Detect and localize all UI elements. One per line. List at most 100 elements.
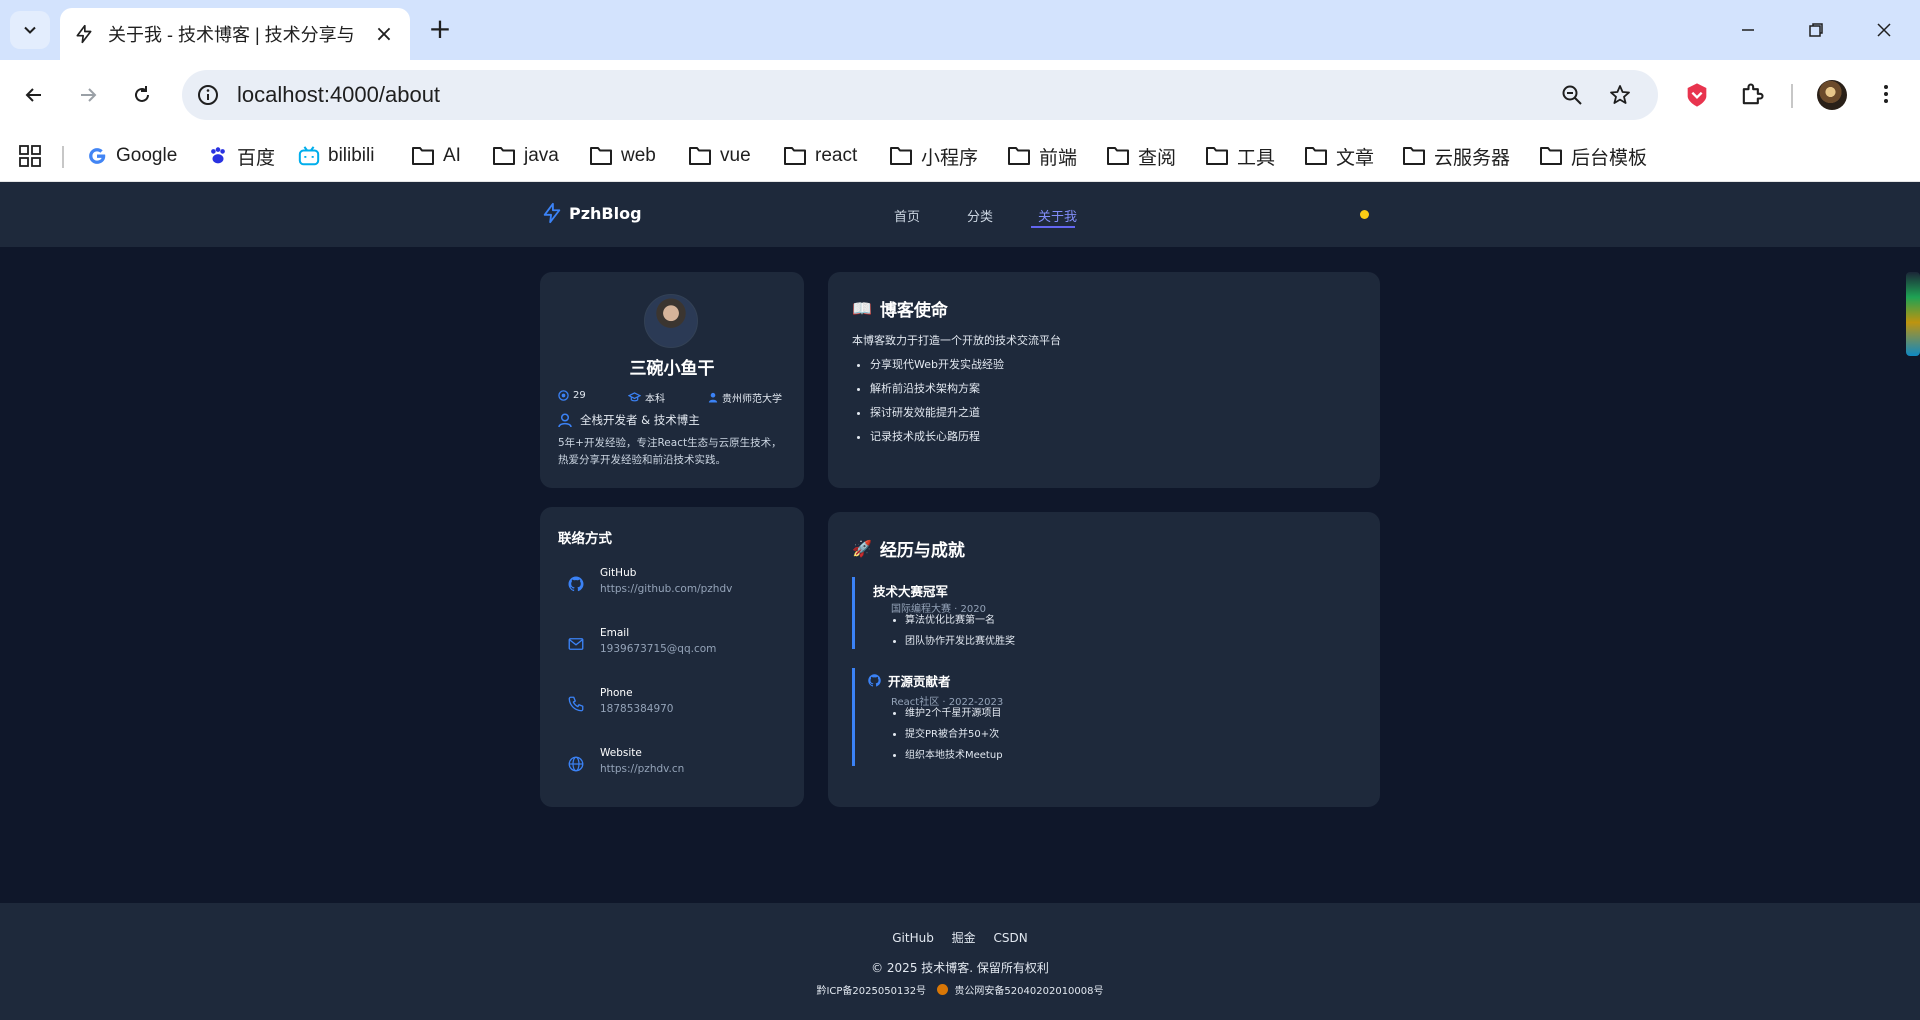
forward-button[interactable] xyxy=(70,77,106,113)
new-tab-button[interactable]: + xyxy=(424,14,456,46)
tab-search-button[interactable] xyxy=(10,11,50,49)
back-button[interactable] xyxy=(16,77,52,113)
address-bar[interactable]: localhost:4000/about xyxy=(182,70,1658,120)
bookmark-folder-tools[interactable]: 工具 xyxy=(1205,140,1275,172)
lightning-icon xyxy=(76,24,92,44)
police-link[interactable]: 贵公网安备52040202010008号 xyxy=(954,986,1103,997)
bookmark-folder-ai[interactable]: AI xyxy=(411,140,461,172)
avatar xyxy=(644,294,698,348)
icp-link[interactable]: 黔ICP备2025050132号 xyxy=(816,986,926,997)
google-icon xyxy=(89,148,106,164)
bookmark-label: java xyxy=(524,145,559,166)
folder-icon xyxy=(1206,147,1228,165)
bilibili-tv-icon xyxy=(298,146,320,166)
contact-value[interactable]: 18785384970 xyxy=(600,703,674,715)
folder-icon xyxy=(1008,147,1030,165)
bookmark-folder-web[interactable]: web xyxy=(589,140,656,172)
bookmark-baidu[interactable]: 百度 xyxy=(207,140,275,172)
experience-card: 🚀 经历与成就 技术大赛冠军 国际编程大赛 · 2020 算法优化比赛第一名 团… xyxy=(828,512,1380,807)
site-logo[interactable]: PzhBlog xyxy=(541,202,642,224)
experience-heading: 🚀 经历与成就 xyxy=(852,536,965,561)
github-icon xyxy=(868,674,881,687)
folder-icon xyxy=(590,147,612,165)
minimize-button[interactable] xyxy=(1728,14,1768,46)
tab-active[interactable]: 关于我 - 技术博客 | 技术分享与 × xyxy=(60,8,410,60)
bookmark-folder-frontend[interactable]: 前端 xyxy=(1007,140,1077,172)
contact-value[interactable]: https://pzhdv.cn xyxy=(600,763,684,775)
extension-shield-icon[interactable] xyxy=(1683,81,1711,109)
bookmark-folder-miniprogram[interactable]: 小程序 xyxy=(889,140,978,172)
bookmark-folder-lookup[interactable]: 查阅 xyxy=(1106,140,1176,172)
bookmark-folder-admin-templates[interactable]: 后台模板 xyxy=(1539,140,1647,172)
arrow-left-icon xyxy=(25,88,41,102)
star-icon[interactable] xyxy=(1608,83,1632,107)
folder-icon xyxy=(412,147,434,165)
footer-link-juejin[interactable]: 掘金 xyxy=(952,931,976,945)
bookmark-google[interactable]: Google xyxy=(86,140,177,172)
nav-home[interactable]: 首页 xyxy=(894,206,920,225)
baidu-paw-icon xyxy=(211,147,225,164)
extensions-puzzle-icon[interactable] xyxy=(1738,81,1766,109)
footer-link-github[interactable]: GitHub xyxy=(892,931,934,945)
arrow-right-icon xyxy=(81,88,97,102)
folder-icon xyxy=(784,147,806,165)
browser-chrome: 关于我 - 技术博客 | 技术分享与 × + localhost:4000/ab… xyxy=(0,0,1920,182)
zoom-icon[interactable] xyxy=(1560,83,1584,107)
apps-grid-icon[interactable] xyxy=(18,144,42,168)
bookmark-folder-java[interactable]: java xyxy=(492,140,559,172)
contact-phone[interactable]: Phone 18785384970 xyxy=(564,687,674,715)
contact-value[interactable]: 1939673715@qq.com xyxy=(600,643,716,655)
nav-about[interactable]: 关于我 xyxy=(1038,206,1077,225)
toolbar-divider xyxy=(1791,84,1793,108)
window-close-button[interactable] xyxy=(1864,14,1904,46)
profile-school-value: 贵州师范大学 xyxy=(722,394,782,405)
experience-title: 经历与成就 xyxy=(879,541,965,561)
restore-button[interactable] xyxy=(1796,14,1836,46)
bookmark-label: vue xyxy=(720,145,751,166)
timeline-entry-list: 算法优化比赛第一名 团队协作开发比赛优胜奖 xyxy=(905,613,1015,655)
folder-icon xyxy=(1305,147,1327,165)
user-icon xyxy=(708,392,718,403)
browser-toolbar: localhost:4000/about xyxy=(0,60,1920,130)
bookmark-label: 前端 xyxy=(1039,147,1078,169)
profile-name: 三碗小鱼干 xyxy=(629,359,715,379)
contact-website[interactable]: Website https://pzhdv.cn xyxy=(564,747,684,775)
profile-degree-value: 本科 xyxy=(645,394,665,405)
bookmark-label: 小程序 xyxy=(921,147,979,169)
info-icon[interactable] xyxy=(196,83,220,107)
nav-categories[interactable]: 分类 xyxy=(967,206,993,225)
profile-bio: 5年+开发经验，专注React生态与云原生技术，热爱分享开发经验和前沿技术实践。 xyxy=(558,437,782,466)
profile-avatar[interactable] xyxy=(1817,80,1847,110)
url-text[interactable]: localhost:4000/about xyxy=(237,82,440,108)
list-item: 维护2个千星开源项目 xyxy=(905,706,1003,727)
theme-toggle-sun-icon[interactable] xyxy=(1360,210,1369,219)
globe-icon xyxy=(568,756,584,772)
footer-link-csdn[interactable]: CSDN xyxy=(994,931,1028,945)
close-icon xyxy=(1877,23,1891,37)
contact-value[interactable]: https://github.com/pzhdv xyxy=(600,583,732,595)
lightning-icon xyxy=(543,202,561,224)
list-item: 团队协作开发比赛优胜奖 xyxy=(905,634,1015,655)
bookmark-bilibili[interactable]: bilibili xyxy=(298,140,374,172)
bookmark-label: web xyxy=(621,145,656,166)
footer-beian: 黔ICP备2025050132号 贵公网安备52040202010008号 xyxy=(0,982,1920,997)
bookmark-label: Google xyxy=(116,145,178,166)
profile-degree: 本科 xyxy=(628,390,665,405)
bookmark-folder-vue[interactable]: vue xyxy=(688,140,751,172)
bookmark-folder-react[interactable]: react xyxy=(783,140,857,172)
scroll-indicator[interactable] xyxy=(1906,272,1920,356)
more-menu-icon[interactable] xyxy=(1874,82,1898,106)
contact-email[interactable]: Email 1939673715@qq.com xyxy=(564,627,716,655)
bookmark-folder-articles[interactable]: 文章 xyxy=(1304,140,1374,172)
timeline-entry-2: 开源贡献者 React社区 · 2022-2023 维护2个千星开源项目 提交P… xyxy=(852,668,1252,766)
profile-card: 三碗小鱼干 29 本科 贵州师范大学 全栈开发者 & 技术博主 5年+开发经验，… xyxy=(540,272,804,488)
folder-icon xyxy=(1540,147,1562,165)
contact-label: Website xyxy=(600,747,642,759)
list-item: 算法优化比赛第一名 xyxy=(905,613,1015,634)
contact-github[interactable]: GitHub https://github.com/pzhdv xyxy=(564,567,732,595)
close-icon[interactable]: × xyxy=(372,22,396,47)
bookmark-folder-cloud[interactable]: 云服务器 xyxy=(1402,140,1510,172)
bookmark-label: 云服务器 xyxy=(1434,147,1511,169)
minimize-icon xyxy=(1742,29,1754,31)
reload-button[interactable] xyxy=(124,77,160,113)
